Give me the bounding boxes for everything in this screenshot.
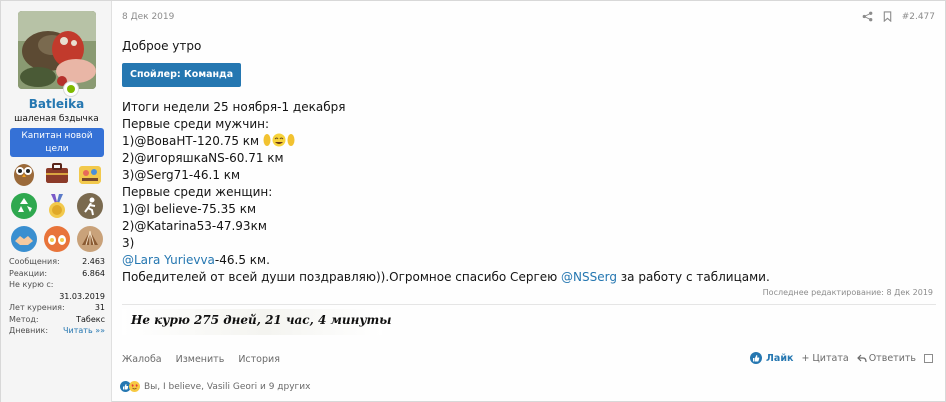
post-header-actions: #2.477 <box>862 11 935 22</box>
stat-label: Реакции: <box>9 268 48 278</box>
user-mention-link[interactable]: @NSSerg <box>561 270 617 284</box>
stat-method: Метод: Табекс <box>9 314 105 326</box>
post-line: Первые среди мужчин: <box>122 117 270 131</box>
like-label: Лайк <box>766 352 794 364</box>
diary-link[interactable]: Читать »» <box>63 325 105 337</box>
stat-value: 31.03.2019 <box>59 291 105 301</box>
stat-value: 31 <box>94 303 105 312</box>
post-line-text: -46.5 км. <box>214 253 270 267</box>
reactions-summary: Вы, I believe, Vasili Geori и 9 других <box>144 381 311 392</box>
stat-value: Табекс <box>76 314 105 324</box>
post-line-text: 1)@ВоваНТ-120.75 км <box>122 134 260 148</box>
post-line: 2)@Katarina53-47.93км <box>122 219 267 233</box>
stat-label: Сообщения: <box>9 257 60 266</box>
runner-trophy-icon[interactable] <box>76 192 104 220</box>
recycle-trophy-icon[interactable] <box>10 192 38 220</box>
like-button[interactable]: Лайк <box>750 352 793 364</box>
trophy-grid <box>10 159 104 253</box>
party-trophy-icon[interactable] <box>76 159 104 187</box>
quote-label: + Цитата <box>801 352 849 364</box>
post-line: @Lara Yurievva-46.5 км. <box>122 252 932 269</box>
eggs-trophy-icon[interactable] <box>43 225 71 253</box>
post-line: 1)@ВоваНТ-120.75 км <box>122 133 932 150</box>
stat-quit-date: Не курю с: 31.03.2019 <box>9 279 105 302</box>
clapping-laughing-emoji-icon <box>263 133 295 147</box>
stat-label: Лет курения: <box>9 303 65 312</box>
post-line: 3) <box>122 236 135 250</box>
spoiler-button[interactable]: Спойлер: Команда <box>122 63 242 87</box>
post-line: 3)@Serg71-46.1 км <box>122 168 241 182</box>
post-line: 1)@I believe-75.35 км <box>122 202 257 216</box>
stat-label: Не курю с: <box>9 280 54 289</box>
message-post: Batleika шаленая бздычка Капитан новой ц… <box>0 0 946 402</box>
online-indicator-icon <box>63 81 79 97</box>
post-line: 2)@игоряшкаNS-60.71 км <box>122 151 284 165</box>
reactions-bar[interactable]: Вы, I believe, Vasili Geori и 9 других <box>120 381 310 392</box>
reply-button[interactable]: Ответить <box>856 352 916 364</box>
signature-divider <box>122 304 936 305</box>
share-icon[interactable] <box>862 11 873 22</box>
handshake-trophy-icon[interactable] <box>10 225 38 253</box>
thumbs-up-icon <box>750 352 763 364</box>
stat-messages: Сообщения: 2.463 <box>9 256 105 268</box>
owl-trophy-icon[interactable] <box>10 159 38 187</box>
bookmark-icon[interactable] <box>883 11 892 22</box>
post-date[interactable]: 8 Дек 2019 <box>122 12 174 22</box>
post-line-text: Победителей от всей души поздравляю)).Ог… <box>122 270 562 284</box>
user-stats: Сообщения: 2.463 Реакции: 6.864 Не курю … <box>9 256 105 337</box>
stat-label: Дневник: <box>9 326 49 335</box>
stat-diary: Дневник: Читать »» <box>9 325 105 337</box>
quote-button[interactable]: + Цитата <box>801 353 848 364</box>
user-mention-link[interactable]: @Lara Yurievva <box>122 253 215 267</box>
stat-value: 6.864 <box>82 268 105 278</box>
signature-banner: Не курю 275 дней, 21 час, 4 минуты <box>122 309 391 335</box>
stat-years-smoking: Лет курения: 31 <box>9 302 105 314</box>
suitcase-trophy-icon[interactable] <box>43 159 71 187</box>
love-reaction-icon <box>129 381 140 392</box>
edit-link[interactable]: Изменить <box>176 354 225 365</box>
reply-arrow-icon <box>856 354 867 362</box>
medal-trophy-icon[interactable] <box>43 192 71 220</box>
username[interactable]: Batleika <box>1 97 112 111</box>
user-sidebar: Batleika шаленая бздычка Капитан новой ц… <box>1 1 112 402</box>
post-line: Итоги недели 25 ноября-1 декабря <box>122 100 346 114</box>
stat-value: 2.463 <box>82 257 105 266</box>
bulk-select-checkbox-icon[interactable] <box>924 353 933 363</box>
post-line-text: за работу с таблицами. <box>616 270 770 284</box>
last-edited-note: Последнее редактирование: 8 Дек 2019 <box>762 288 933 297</box>
post-footer-left: Жалоба Изменить История <box>122 354 280 365</box>
report-link[interactable]: Жалоба <box>122 354 162 365</box>
reply-label: Ответить <box>868 352 916 364</box>
stat-reactions: Реакции: 6.864 <box>9 268 105 280</box>
post-line: Победителей от всей души поздравляю)).Ог… <box>122 269 932 286</box>
user-banner: Капитан новой цели <box>10 128 104 157</box>
post-number[interactable]: #2.477 <box>902 12 935 22</box>
post-content: Доброе утро Спойлер: Команда Итоги недел… <box>122 38 932 286</box>
post-footer-right: Лайк + Цитата Ответить <box>750 352 933 364</box>
avatar[interactable] <box>18 11 96 89</box>
history-link[interactable]: История <box>238 354 280 365</box>
stat-label: Метод: <box>9 314 39 324</box>
user-title: шаленая бздычка <box>14 114 99 124</box>
shell-trophy-icon[interactable] <box>76 225 104 253</box>
post-greeting: Доброе утро <box>122 39 202 53</box>
reaction-icons <box>120 381 140 392</box>
post-line: Первые среди женщин: <box>122 185 273 199</box>
